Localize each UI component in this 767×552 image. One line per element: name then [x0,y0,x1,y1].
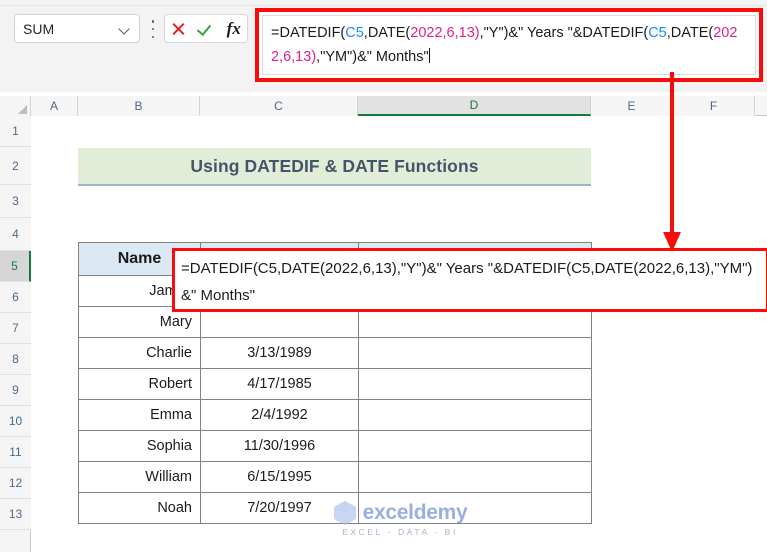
formula-token: ,"Y")&" Years "&DATEDIF( [480,25,649,41]
cell-dob[interactable]: 11/30/1996 [201,431,359,462]
table-row: William 6/15/1995 [79,462,592,493]
watermark-brand: exceldemy [363,501,468,525]
column-header-a[interactable]: A [31,96,78,116]
cell-name[interactable]: Emma [79,400,201,431]
formula-args: 2022,6,13 [410,25,475,41]
cell-name[interactable]: Sophia [79,431,201,462]
row-header-1[interactable]: 1 [0,116,31,147]
table-row: Charlie 3/13/1989 [79,338,592,369]
page-title: Using DATEDIF & DATE Functions [190,156,478,177]
row-header-7[interactable]: 7 [0,313,31,344]
row-header-10[interactable]: 10 [0,406,31,437]
select-all-corner[interactable] [0,96,31,116]
cell-age[interactable] [359,462,592,493]
cell-dob[interactable]: 4/17/1985 [201,369,359,400]
formula-token: ,DATE( [667,25,713,41]
formula-actions-group: fx [164,14,248,43]
table-row: Emma 2/4/1992 [79,400,592,431]
in-cell-formula-text: =DATEDIF(C5,DATE(2022,6,13),"Y")&" Years… [175,251,766,309]
column-header-e[interactable]: E [591,96,673,116]
table-row: Robert 4/17/1985 [79,369,592,400]
cell-age[interactable] [359,338,592,369]
excel-window: SUM fx =DATEDIF(C5,DATE(2022,6,13),"Y")&… [0,0,767,552]
cell-age[interactable] [359,431,592,462]
ribbon-divider [0,0,767,6]
watermark-tagline: EXCEL - DATA - BI [342,527,458,537]
table-row: Sophia 11/30/1996 [79,431,592,462]
cell-name[interactable]: Robert [79,369,201,400]
cell-age[interactable] [359,369,592,400]
enter-icon[interactable] [198,21,214,36]
cell-dob[interactable]: 3/13/1989 [201,338,359,369]
column-header-d[interactable]: D [358,96,591,116]
row-header-5[interactable]: 5 [0,251,31,282]
chevron-down-icon[interactable] [119,23,131,35]
in-cell-formula-editor[interactable]: =DATEDIF(C5,DATE(2022,6,13),"Y")&" Years… [172,248,767,312]
formula-bar-strip: SUM fx =DATEDIF(C5,DATE(2022,6,13),"Y")&… [0,0,767,92]
row-header-6[interactable]: 6 [0,282,31,313]
row-header-8[interactable]: 8 [0,344,31,375]
spreadsheet-grid: A B C D E F 1 2 3 4 5 6 7 8 9 10 11 12 1… [0,92,767,552]
formula-token: =DATEDIF( [271,25,345,41]
cell-dob[interactable]: 2/4/1992 [201,400,359,431]
row-header-4[interactable]: 4 [0,218,31,251]
name-box[interactable]: SUM [14,14,140,43]
column-header-row: A B C D E F [0,96,767,116]
column-header-c[interactable]: C [200,96,358,116]
sheet-title-banner: Using DATEDIF & DATE Functions [78,148,591,186]
cell-name[interactable]: Noah [79,493,201,524]
row-header-3[interactable]: 3 [0,185,31,218]
more-options-icon[interactable] [148,20,158,38]
text-caret [429,48,430,63]
formula-cell-ref: C5 [345,25,364,41]
row-header-13[interactable]: 13 [0,499,31,530]
row-header-9[interactable]: 9 [0,375,31,406]
formula-token: ,"YM")&" Months" [316,49,428,65]
cell-name[interactable]: Charlie [79,338,201,369]
row-header-11[interactable]: 11 [0,437,31,468]
sheet-canvas: Using DATEDIF & DATE Functions Name DOB … [32,116,767,552]
formula-token: ,DATE( [364,25,410,41]
column-header-f[interactable]: F [673,96,755,116]
column-header-b[interactable]: B [78,96,200,116]
row-header-2[interactable]: 2 [0,147,31,185]
watermark-row: exceldemy [333,500,468,526]
insert-function-icon[interactable]: fx [227,20,241,37]
row-header-12[interactable]: 12 [0,468,31,499]
row-header-column: 1 2 3 4 5 6 7 8 9 10 11 12 13 [0,116,31,552]
formula-bar-input[interactable]: =DATEDIF(C5,DATE(2022,6,13),"Y")&" Years… [262,15,756,75]
exceldemy-logo-icon [333,500,357,526]
formula-bar-highlight-box: =DATEDIF(C5,DATE(2022,6,13),"Y")&" Years… [255,8,763,82]
watermark: exceldemy EXCEL - DATA - BI [305,500,495,544]
name-box-value: SUM [23,22,119,36]
cell-age[interactable] [359,400,592,431]
formula-cell-ref: C5 [648,25,667,41]
cell-dob[interactable]: 6/15/1995 [201,462,359,493]
cell-name[interactable]: William [79,462,201,493]
cancel-icon[interactable] [171,21,186,36]
